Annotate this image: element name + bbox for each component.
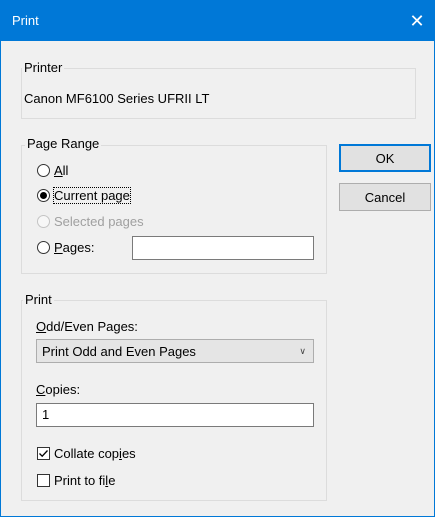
ok-button[interactable]: OK [339,144,431,172]
odd-even-label: Odd/Even Pages: [36,319,138,334]
print-to-file-checkbox-row[interactable]: Print to file [37,473,115,488]
collate-label: Collate copies [54,446,136,461]
collate-checkbox-row[interactable]: Collate copies [37,446,136,461]
print-to-file-checkbox[interactable] [37,474,50,487]
radio-selected-pages: Selected pages [37,214,144,229]
radio-current-page-indicator[interactable] [37,189,50,202]
radio-pages-label: Pages: [54,240,95,255]
pages-input[interactable] [132,236,314,260]
checkmark-icon [39,450,48,458]
title-bar[interactable]: Print ✕ [1,1,434,41]
copies-input[interactable]: 1 [36,403,314,427]
copies-label: Copies: [36,382,81,397]
window-title: Print [12,13,39,28]
radio-current-page[interactable]: Current page [37,187,131,204]
chevron-down-icon: ∨ [299,345,306,356]
cancel-button[interactable]: Cancel [339,183,431,211]
radio-pages[interactable]: Pages: [37,240,94,255]
radio-pages-indicator[interactable] [37,241,50,254]
page-range-group-label: Page Range [25,136,102,151]
radio-selected-pages-label: Selected pages [54,214,144,229]
radio-current-page-label: Current page [53,187,131,204]
radio-all[interactable]: All [37,163,68,178]
printer-group-label: Printer [22,60,65,75]
odd-even-value: Print Odd and Even Pages [42,343,196,359]
close-icon[interactable]: ✕ [400,1,434,41]
print-group-label: Print [23,292,54,307]
print-dialog: Print ✕ Printer Canon MF6100 Series UFRI… [0,0,435,517]
odd-even-select[interactable]: Print Odd and Even Pages ∨ [36,339,314,363]
printer-name: Canon MF6100 Series UFRII LT [24,91,210,106]
print-to-file-label: Print to file [54,473,116,488]
collate-checkbox[interactable] [37,447,50,460]
radio-all-label: All [54,163,69,178]
radio-all-indicator[interactable] [37,164,50,177]
radio-selected-pages-indicator [37,215,50,228]
